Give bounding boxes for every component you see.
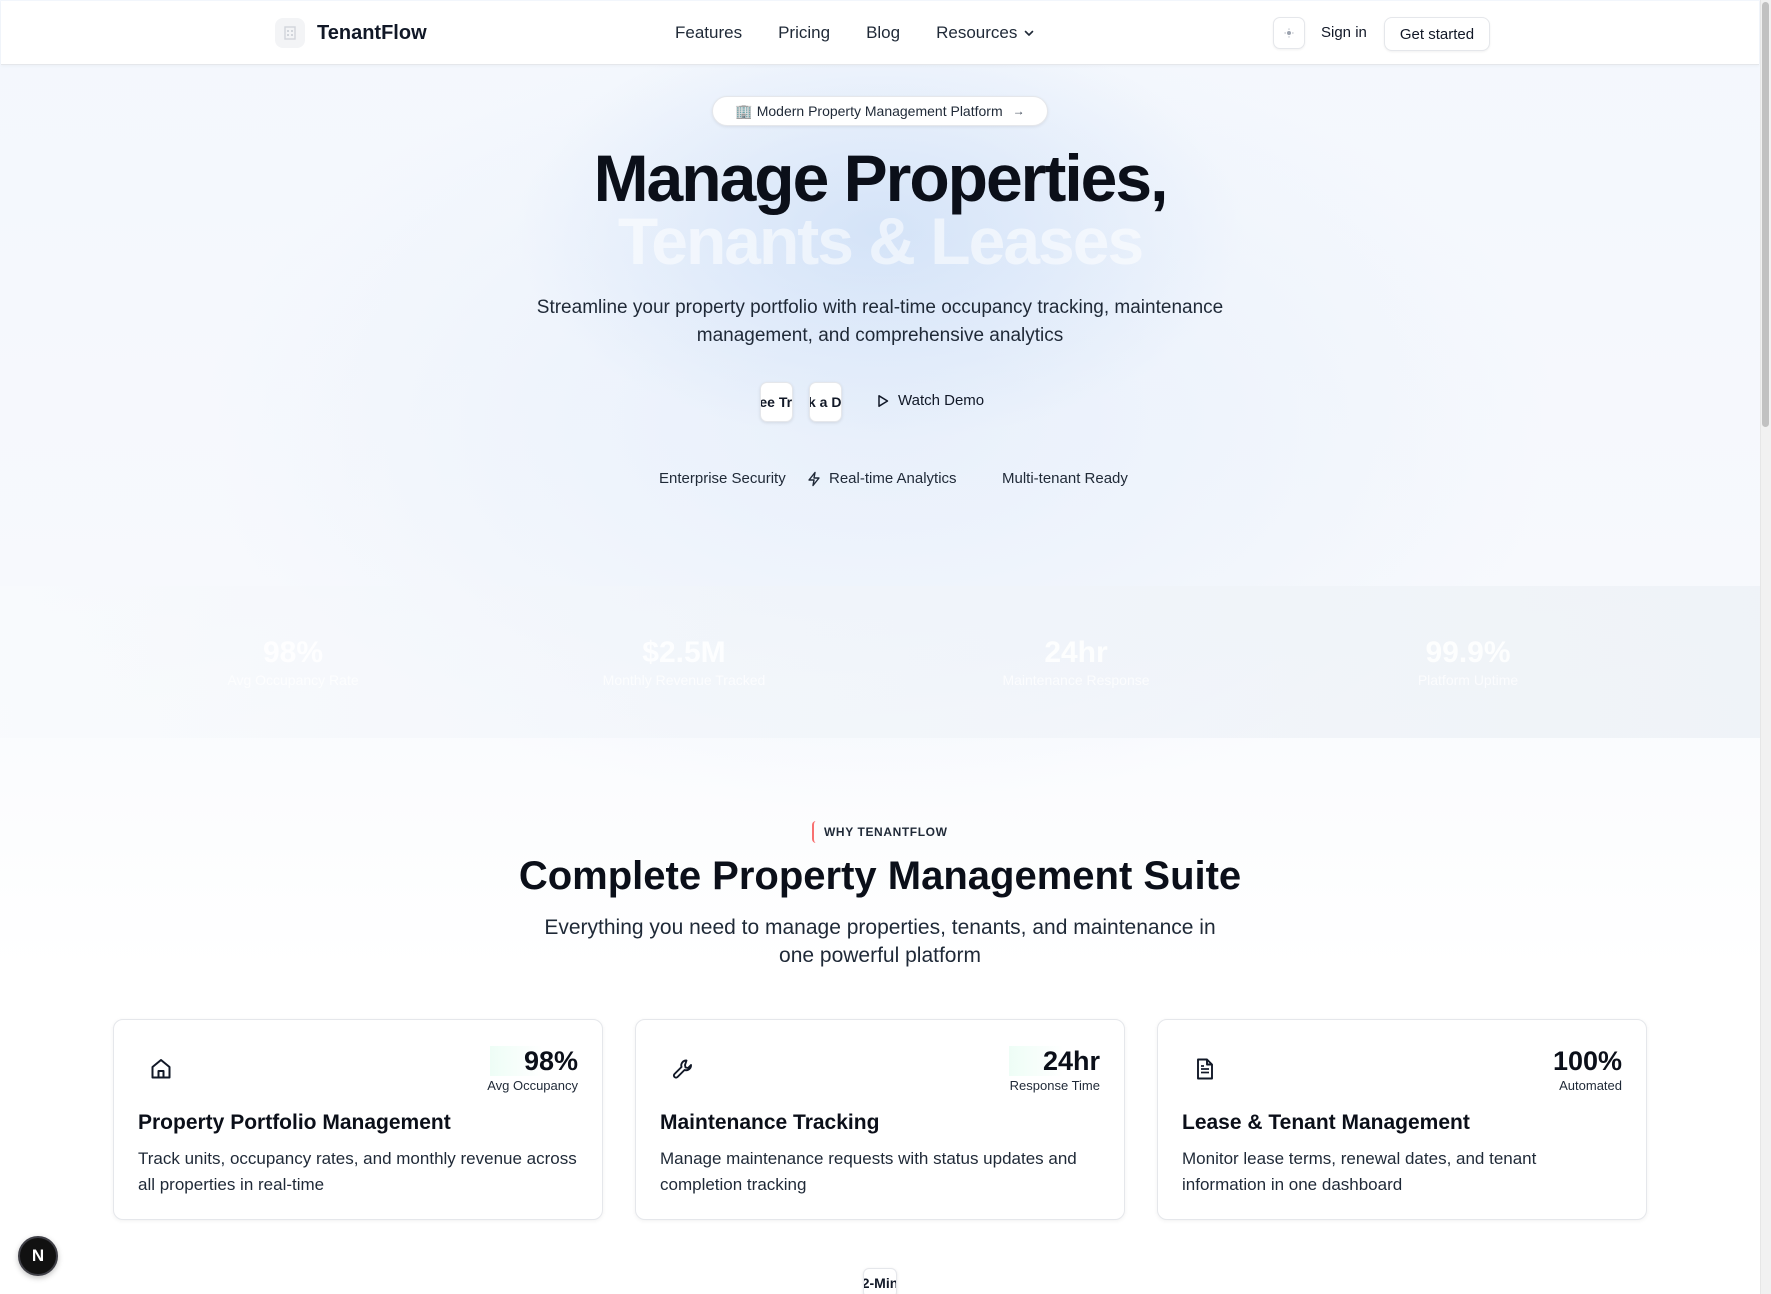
play-icon bbox=[878, 394, 889, 407]
card-metric: 98% Avg Occupancy bbox=[487, 1046, 578, 1093]
page-scrollbar[interactable] bbox=[1760, 0, 1771, 1294]
metric-label: Automated bbox=[1559, 1078, 1622, 1093]
section-badge: WHY TENANTFLOW bbox=[812, 821, 958, 843]
site-header: TenantFlow Features Pricing Blog Resourc… bbox=[1, 1, 1759, 65]
card-title: Property Portfolio Management bbox=[138, 1111, 451, 1134]
feature-realtime-analytics: Real-time Analytics bbox=[806, 470, 957, 487]
card-title: Lease & Tenant Management bbox=[1182, 1111, 1470, 1134]
watch-demo-button[interactable]: Watch Demo bbox=[876, 392, 984, 409]
hero-title-secondary: Tenants & Leases bbox=[617, 204, 1144, 278]
feature-multi-tenant: Multi-tenant Ready bbox=[1002, 470, 1128, 487]
arrow-right-icon: → bbox=[1012, 104, 1025, 118]
document-icon bbox=[1197, 1058, 1213, 1080]
stat-occupancy: 98% Avg Occupancy Rate bbox=[113, 636, 473, 688]
get-started-button[interactable]: Get started bbox=[1384, 17, 1490, 51]
nav-resources-label: Resources bbox=[936, 23, 1018, 42]
watch-demo-label: Watch Demo bbox=[898, 392, 985, 409]
stat-label: Platform Uptime bbox=[1417, 672, 1519, 688]
section-subtitle: Everything you need to manage properties… bbox=[544, 916, 1216, 967]
nav-pricing[interactable]: Pricing bbox=[778, 23, 830, 43]
nav-blog[interactable]: Blog bbox=[866, 23, 900, 43]
feature-label: Enterprise Security bbox=[659, 470, 786, 487]
stat-value: $2.5M bbox=[642, 636, 726, 669]
hero-feature-list: Enterprise Security Real-time Analytics … bbox=[0, 470, 1760, 492]
scrollbar-thumb[interactable] bbox=[1762, 2, 1769, 427]
sun-icon bbox=[1284, 28, 1294, 38]
nav-resources[interactable]: Resources bbox=[936, 23, 1035, 43]
card-metric: 100% Automated bbox=[1553, 1046, 1622, 1093]
logo[interactable]: TenantFlow bbox=[275, 18, 427, 48]
metric-value: 98% bbox=[489, 1046, 578, 1076]
feature-card-lease[interactable]: 100% Automated Lease & Tenant Management… bbox=[1157, 1019, 1647, 1220]
feature-label: Multi-tenant Ready bbox=[1002, 470, 1128, 487]
feature-card-portfolio[interactable]: 98% Avg Occupancy Property Portfolio Man… bbox=[113, 1019, 603, 1220]
book-demo-button[interactable]: Book a Demo bbox=[809, 382, 842, 422]
main-nav: Features Pricing Blog Resources bbox=[675, 23, 1071, 43]
card-metric: 24hr Response Time bbox=[1008, 1046, 1100, 1093]
home-icon bbox=[151, 1059, 171, 1079]
stat-uptime: 99.9% Platform Uptime bbox=[1288, 636, 1648, 688]
card-description: Monitor lease terms, renewal dates, and … bbox=[1182, 1149, 1537, 1194]
brand-name: TenantFlow bbox=[317, 21, 427, 44]
hero-cta-row: Free Trial Book a Demo Watch Demo bbox=[0, 382, 1760, 422]
feature-card-maintenance[interactable]: 24hr Response Time Maintenance Tracking … bbox=[635, 1019, 1125, 1220]
stat-label: Maintenance Response bbox=[1002, 672, 1150, 688]
feature-label: Real-time Analytics bbox=[829, 470, 957, 487]
metric-value: 24hr bbox=[1008, 1046, 1100, 1076]
stat-revenue: $2.5M Monthly Revenue Tracked bbox=[504, 636, 864, 688]
hero-badge[interactable]: 🏢 Modern Property Management Platform → bbox=[712, 96, 1048, 126]
stat-value: 24hr bbox=[1044, 636, 1108, 669]
nav-features[interactable]: Features bbox=[675, 23, 742, 43]
stat-label: Monthly Revenue Tracked bbox=[602, 672, 766, 688]
stat-maintenance: 24hr Maintenance Response bbox=[896, 636, 1256, 688]
hero-badge-label: 🏢 Modern Property Management Platform bbox=[735, 102, 1003, 119]
stats-band: 98% Avg Occupancy Rate $2.5M Monthly Rev… bbox=[0, 586, 1760, 738]
free-trial-button[interactable]: Free Trial bbox=[760, 382, 793, 422]
stat-label: Avg Occupancy Rate bbox=[227, 672, 359, 688]
feature-enterprise-security: Enterprise Security bbox=[659, 470, 786, 487]
sign-in-link[interactable]: Sign in bbox=[1321, 24, 1367, 41]
chevron-down-icon bbox=[1025, 30, 1034, 36]
building-icon bbox=[275, 18, 305, 48]
stat-value: 99.9% bbox=[1425, 636, 1511, 669]
theme-toggle-button[interactable] bbox=[1273, 17, 1305, 49]
stat-value: 98% bbox=[262, 636, 324, 669]
metric-label: Avg Occupancy bbox=[487, 1078, 578, 1093]
dev-tools-badge[interactable]: N bbox=[18, 1236, 58, 1276]
card-title: Maintenance Tracking bbox=[660, 1111, 880, 1134]
section-chip[interactable]: 2-Min bbox=[863, 1268, 897, 1294]
section-title: Complete Property Management Suite bbox=[518, 854, 1242, 898]
wrench-icon bbox=[673, 1059, 692, 1079]
metric-label: Response Time bbox=[1009, 1078, 1100, 1093]
card-description: Manage maintenance requests with status … bbox=[660, 1149, 1077, 1194]
lightning-icon bbox=[808, 471, 820, 486]
metric-value: 100% bbox=[1552, 1046, 1622, 1076]
card-description: Track units, occupancy rates, and monthl… bbox=[138, 1149, 577, 1194]
hero-subtitle: Streamline your property portfolio with … bbox=[536, 297, 1224, 346]
